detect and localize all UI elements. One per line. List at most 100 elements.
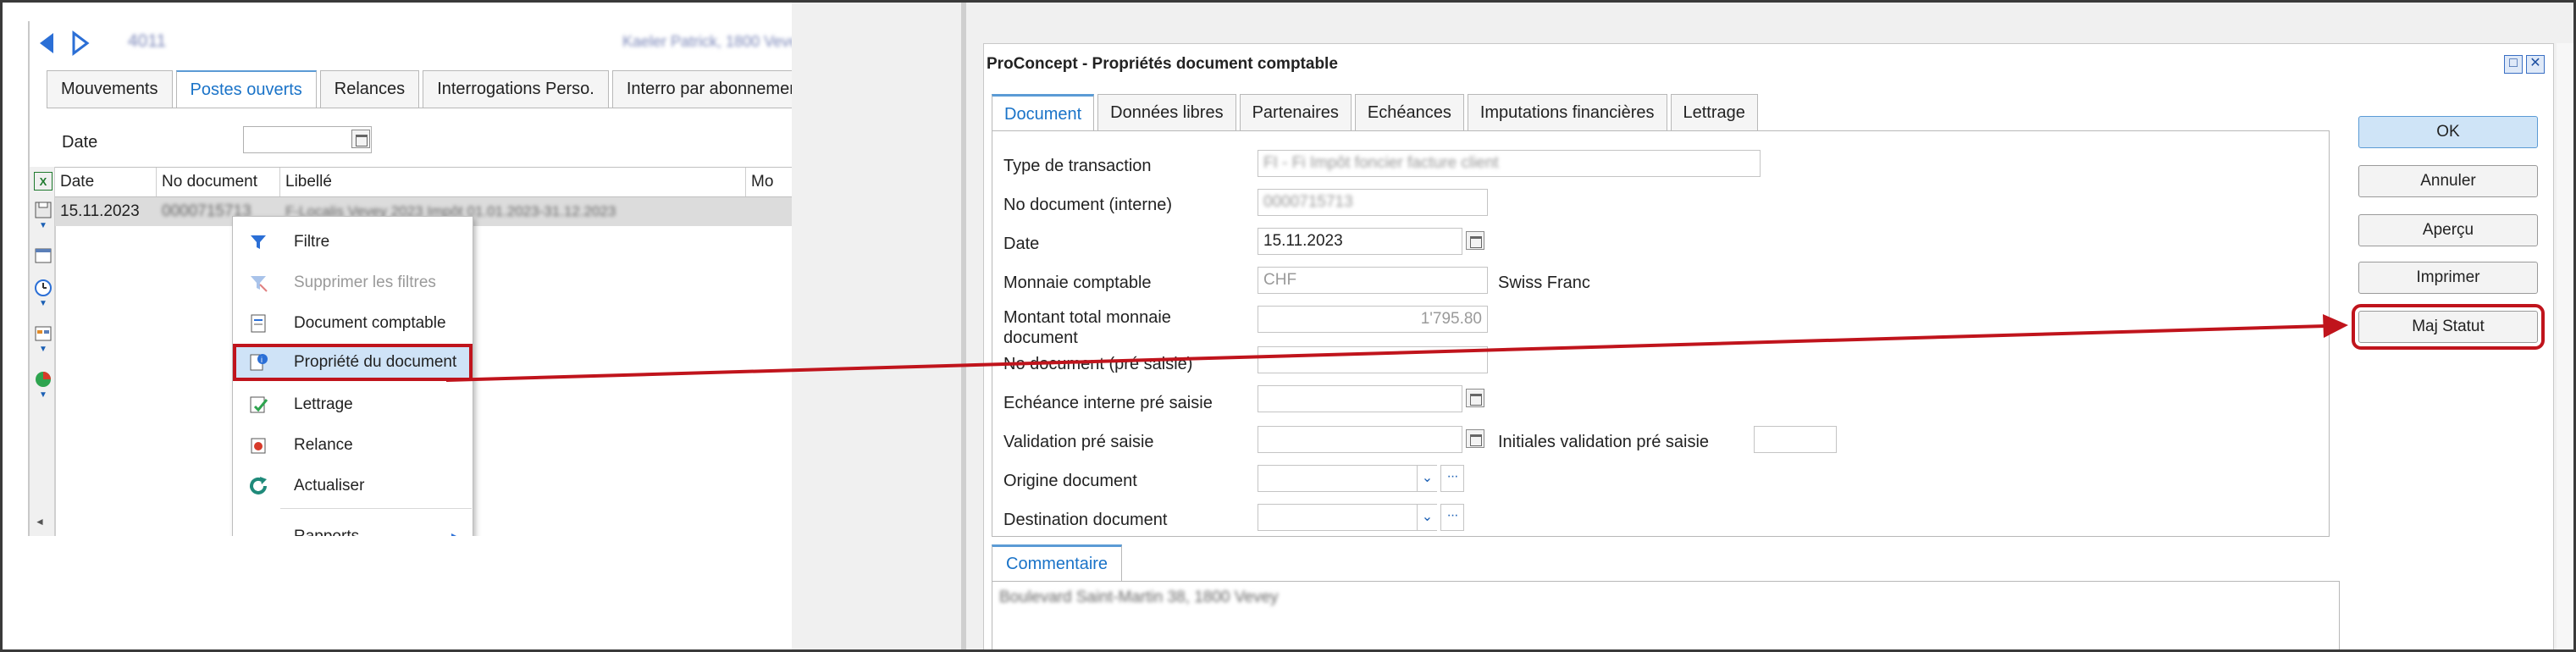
accounts-panel: 4011 Kaeler Patrick, 1800 Vevey Mouvemen…: [28, 21, 792, 536]
type-transaction-field[interactable]: FI - Fi Impôt foncier facture client: [1258, 150, 1761, 177]
date-label: Date: [1003, 235, 1040, 253]
properties-dialog: ProConcept - Propriétés document comptab…: [966, 3, 2573, 649]
tab-lettrage[interactable]: Lettrage: [1670, 94, 1758, 131]
menu-item-label: Propriété du document: [294, 353, 457, 371]
calendar-icon[interactable]: [351, 130, 370, 148]
echeance-pre-saisie-label: Echéance interne pré saisie: [1003, 394, 1213, 412]
montant-total-field[interactable]: 1'795.80: [1258, 306, 1488, 333]
record-navbar: 4011 Kaeler Patrick, 1800 Vevey: [30, 21, 792, 65]
no-document-pre-saisie-field[interactable]: [1258, 346, 1488, 373]
menu-item-label: Document comptable: [294, 314, 446, 332]
tab-donnees-libres[interactable]: Données libres: [1097, 94, 1236, 131]
column-date[interactable]: Date: [55, 168, 157, 196]
destination-browse-button[interactable]: ···: [1440, 504, 1464, 531]
origine-document-label: Origine document: [1003, 472, 1137, 490]
grid-header: Date No document Libellé Mo: [55, 167, 792, 197]
type-transaction-label: Type de transaction: [1003, 157, 1152, 175]
menu-item-label: Actualiser: [294, 477, 365, 495]
type-transaction-value: FI - Fi Impôt foncier facture client: [1263, 154, 1499, 172]
no-document-interne-value: 0000715713: [1263, 193, 1353, 211]
column-libelle[interactable]: Libellé: [280, 168, 746, 196]
origine-document-select[interactable]: [1258, 465, 1437, 492]
filter-icon: [248, 232, 268, 252]
destination-document-select[interactable]: [1258, 504, 1437, 531]
document-properties-icon: i: [248, 352, 268, 373]
menu-item-rapports[interactable]: Rapports ▶: [233, 518, 473, 536]
comment-text: Boulevard Saint-Martin 38, 1800 Vevey: [999, 588, 1279, 606]
layout-icon[interactable]: [34, 246, 53, 265]
save-dropdown-icon[interactable]: ▼: [39, 221, 47, 230]
menu-item-label: Relance: [294, 436, 353, 454]
menu-item-propriete-document[interactable]: i Propriété du document: [233, 344, 473, 381]
grid-body-border: [55, 226, 56, 536]
dialog-title: ProConcept - Propriétés document comptab…: [987, 55, 1338, 73]
chart-icon[interactable]: [34, 370, 53, 389]
menu-item-label: Rapports: [294, 528, 359, 536]
cancel-button[interactable]: Annuler: [2358, 165, 2538, 197]
ok-button[interactable]: OK: [2358, 116, 2538, 148]
dialog-tab-bar: Document Données libres Partenaires Eché…: [992, 94, 1761, 131]
origine-browse-button[interactable]: ···: [1440, 465, 1464, 492]
tab-interro-abonnement[interactable]: Interro par abonnement: [611, 70, 792, 108]
echeance-pre-saisie-field[interactable]: [1258, 385, 1462, 412]
account-id: 4011: [128, 31, 167, 51]
echeance-calendar-icon[interactable]: [1466, 389, 1484, 407]
tab-document[interactable]: Document: [992, 94, 1095, 131]
cell-date: 15.11.2023: [60, 202, 140, 220]
refresh-icon: [248, 476, 268, 496]
previous-record-icon[interactable]: [35, 30, 58, 57]
tab-interrogations-perso[interactable]: Interrogations Perso.: [423, 70, 609, 108]
origine-dropdown-icon[interactable]: ⌄: [1417, 466, 1437, 491]
initiales-validation-label: Initiales validation pré saisie: [1498, 433, 1710, 451]
monnaie-comptable-field[interactable]: CHF: [1258, 267, 1488, 294]
menu-item-label: Filtre: [294, 233, 330, 251]
tab-commentaire[interactable]: Commentaire: [992, 544, 1123, 582]
screenshot-frame: 4011 Kaeler Patrick, 1800 Vevey Mouvemen…: [0, 0, 2576, 652]
initiales-validation-field[interactable]: [1754, 426, 1837, 453]
tab-imputations-financieres[interactable]: Imputations financières: [1467, 94, 1667, 131]
print-button[interactable]: Imprimer: [2358, 262, 2538, 294]
background-gap: [792, 3, 961, 649]
context-menu: Filtre Supprimer les filtres Document co…: [232, 216, 473, 536]
clock-icon[interactable]: [34, 279, 53, 297]
tab-partenaires[interactable]: Partenaires: [1239, 94, 1352, 131]
save-icon[interactable]: [34, 201, 53, 219]
submenu-arrow-icon: ▶: [451, 518, 461, 536]
montant-total-label: Montant total monnaie document: [1003, 308, 1171, 347]
date-field[interactable]: 15.11.2023: [1258, 228, 1462, 255]
date-calendar-icon[interactable]: [1466, 231, 1484, 250]
clear-filter-icon: [248, 273, 268, 293]
destination-dropdown-icon[interactable]: ⌄: [1417, 505, 1437, 530]
menu-item-supprimer-filtres[interactable]: Supprimer les filtres: [233, 264, 473, 301]
menu-item-relance[interactable]: Relance: [233, 427, 473, 464]
tab-relances[interactable]: Relances: [319, 70, 420, 108]
clock-dropdown-icon[interactable]: ▼: [39, 299, 47, 308]
maj-statut-button[interactable]: Maj Statut: [2352, 304, 2545, 350]
monnaie-comptable-label: Monnaie comptable: [1003, 274, 1152, 292]
tab-echeances[interactable]: Echéances: [1354, 94, 1464, 131]
grid-view-icon[interactable]: [34, 324, 53, 343]
column-mo[interactable]: Mo: [746, 168, 792, 196]
excel-export-icon[interactable]: X: [34, 172, 53, 191]
grid-view-dropdown-icon[interactable]: ▼: [39, 345, 47, 354]
account-holder: Kaeler Patrick, 1800 Vevey: [622, 33, 792, 50]
validation-pre-saisie-field[interactable]: [1258, 426, 1462, 453]
validation-calendar-icon[interactable]: [1466, 429, 1484, 448]
preview-button[interactable]: Aperçu: [2358, 214, 2538, 246]
close-icon[interactable]: ✕: [2526, 55, 2545, 74]
column-no-document[interactable]: No document: [157, 168, 280, 196]
next-record-icon[interactable]: [69, 30, 92, 57]
tab-mouvements[interactable]: Mouvements: [47, 70, 173, 108]
document-icon: [248, 313, 268, 334]
menu-item-document-comptable[interactable]: Document comptable: [233, 305, 473, 342]
menu-item-filtre[interactable]: Filtre: [233, 224, 473, 261]
left-tab-bar: Mouvements Postes ouverts Relances Inter…: [47, 70, 792, 108]
maximize-icon[interactable]: □: [2504, 55, 2523, 74]
chart-dropdown-icon[interactable]: ▼: [39, 390, 47, 400]
menu-item-actualiser[interactable]: Actualiser: [233, 467, 473, 505]
menu-item-lettrage[interactable]: Lettrage: [233, 386, 473, 423]
no-document-interne-field[interactable]: 0000715713: [1258, 189, 1488, 216]
tab-postes-ouverts[interactable]: Postes ouverts: [175, 70, 317, 108]
comment-textarea[interactable]: Boulevard Saint-Martin 38, 1800 Vevey: [992, 581, 2340, 649]
scroll-left-icon[interactable]: ◄: [35, 516, 45, 528]
